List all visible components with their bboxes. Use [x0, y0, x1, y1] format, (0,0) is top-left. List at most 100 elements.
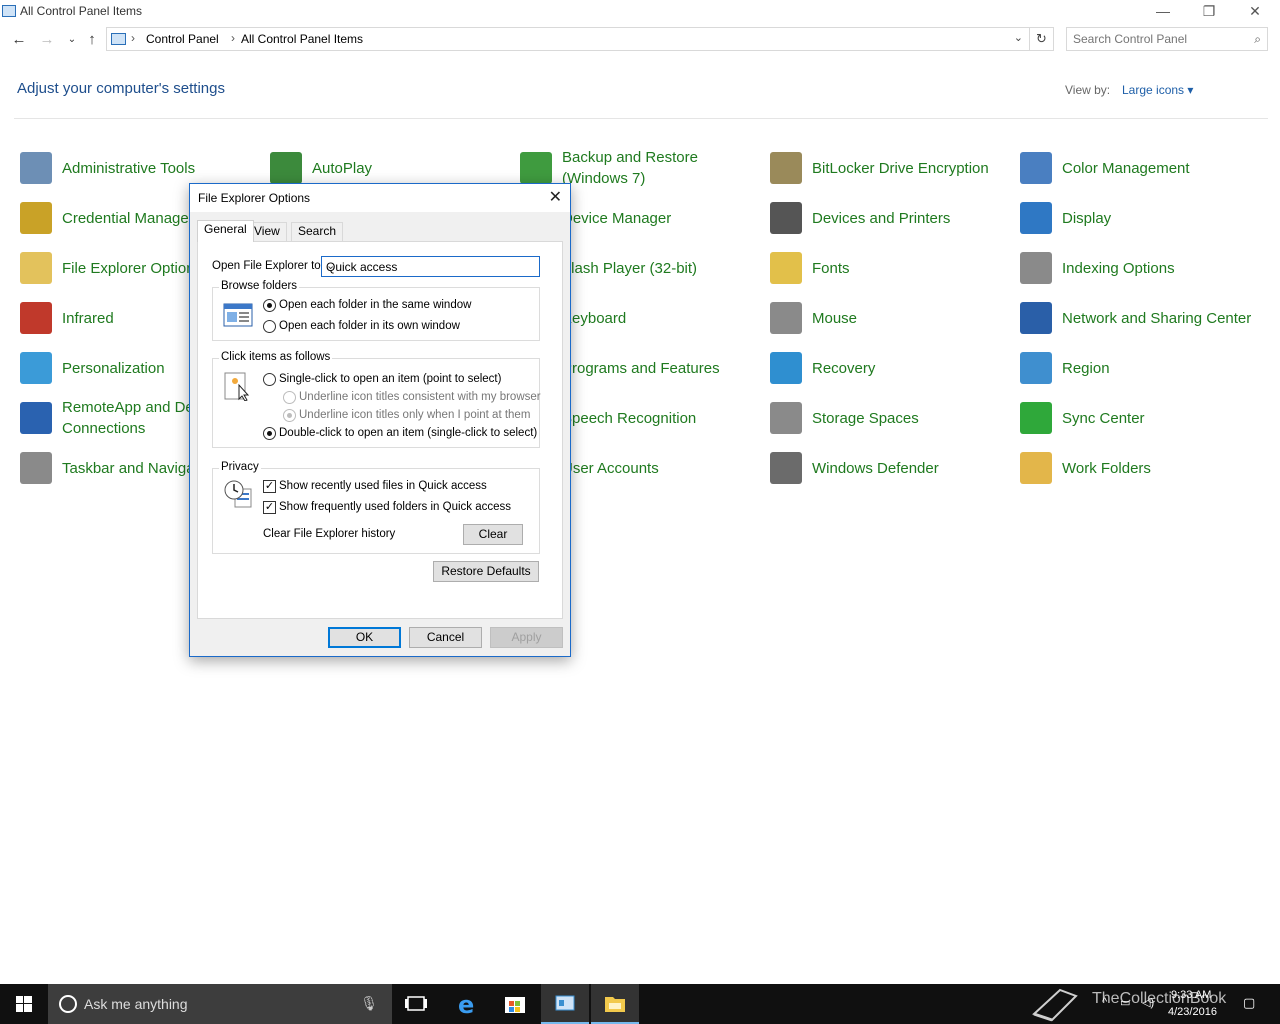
cp-item-label[interactable]: Sync Center: [1062, 398, 1262, 438]
search-icon[interactable]: ⌕: [1254, 32, 1261, 47]
cp-item-mouse[interactable]: Mouse: [770, 298, 1010, 338]
cp-item-bitlocker-drive-encryption[interactable]: BitLocker Drive Encryption: [770, 148, 1010, 188]
cp-item-backup-and-restore-windows-7[interactable]: Backup and Restore (Windows 7): [520, 148, 760, 188]
underline-point-radio[interactable]: [283, 409, 296, 422]
control-panel-taskbar-button[interactable]: [541, 984, 589, 1024]
ok-button[interactable]: OK: [328, 627, 401, 648]
cp-item-recovery[interactable]: Recovery: [770, 348, 1010, 388]
single-click-label[interactable]: Single-click to open an item (point to s…: [279, 373, 501, 385]
own-window-radio[interactable]: [263, 320, 276, 333]
cp-item-label[interactable]: Administrative Tools: [62, 148, 262, 188]
own-window-label[interactable]: Open each folder in its own window: [279, 320, 460, 332]
recent-files-label[interactable]: Show recently used files in Quick access: [279, 480, 487, 492]
underline-point-label[interactable]: Underline icon titles only when I point …: [299, 409, 530, 421]
cp-item-label[interactable]: User Accounts: [562, 448, 762, 488]
cancel-button[interactable]: Cancel: [409, 627, 482, 648]
cp-item-label[interactable]: Work Folders: [1062, 448, 1262, 488]
microphone-icon[interactable]: 🎙: [360, 995, 378, 1012]
file-explorer-taskbar-button[interactable]: [591, 984, 639, 1024]
cp-item-label[interactable]: Network and Sharing Center: [1062, 298, 1262, 338]
dialog-close-icon[interactable]: ✕: [549, 187, 562, 207]
search-box[interactable]: ⌕: [1066, 27, 1268, 51]
underline-browser-label[interactable]: Underline icon titles consistent with my…: [299, 391, 541, 403]
up-arrow-icon[interactable]: ↑: [82, 30, 102, 50]
administrative-tools-icon: [20, 152, 52, 184]
cp-item-label[interactable]: Storage Spaces: [812, 398, 1012, 438]
cp-item-label[interactable]: Display: [1062, 198, 1262, 238]
cp-item-label[interactable]: Indexing Options: [1062, 248, 1262, 288]
cp-item-label[interactable]: Mouse: [812, 298, 1012, 338]
cp-item-label[interactable]: Backup and Restore (Windows 7): [562, 148, 762, 188]
cp-item-label[interactable]: AutoPlay: [312, 148, 512, 188]
apply-button[interactable]: Apply: [490, 627, 563, 648]
close-button[interactable]: ✕: [1232, 0, 1278, 24]
action-center-icon[interactable]: ▢: [1243, 995, 1255, 1011]
address-bar[interactable]: › Control Panel › All Control Panel Item…: [106, 27, 1054, 51]
network-icon[interactable]: ▭: [1120, 996, 1130, 1009]
cp-item-network-and-sharing-center[interactable]: Network and Sharing Center: [1020, 298, 1260, 338]
breadcrumb-separator-icon[interactable]: ›: [231, 31, 235, 45]
restore-button[interactable]: ❐: [1186, 0, 1232, 24]
tab-general[interactable]: General: [197, 220, 254, 242]
cp-item-label[interactable]: Device Manager: [562, 198, 762, 238]
cortana-search-text[interactable]: Ask me anything: [84, 996, 188, 1012]
cp-item-label[interactable]: BitLocker Drive Encryption: [812, 148, 1012, 188]
cp-item-sync-center[interactable]: Sync Center: [1020, 398, 1260, 438]
cp-item-label[interactable]: Windows Defender: [812, 448, 1012, 488]
cp-item-label[interactable]: Color Management: [1062, 148, 1262, 188]
forward-arrow-icon[interactable]: →: [37, 30, 57, 50]
cp-item-storage-spaces[interactable]: Storage Spaces: [770, 398, 1010, 438]
cp-item-fonts[interactable]: Fonts: [770, 248, 1010, 288]
clear-history-button[interactable]: Clear: [463, 524, 523, 545]
single-click-radio[interactable]: [263, 373, 276, 386]
address-dropdown-icon[interactable]: ⌄: [1014, 31, 1023, 44]
cp-item-label[interactable]: Flash Player (32-bit): [562, 248, 762, 288]
double-click-radio[interactable]: [263, 427, 276, 440]
breadcrumb-all-items[interactable]: All Control Panel Items: [241, 32, 363, 46]
frequent-folders-checkbox[interactable]: ✓: [263, 501, 276, 514]
recent-files-checkbox[interactable]: ✓: [263, 480, 276, 493]
same-window-label[interactable]: Open each folder in the same window: [279, 299, 471, 311]
cp-item-indexing-options[interactable]: Indexing Options: [1020, 248, 1260, 288]
open-to-select[interactable]: Quick access ⌄: [321, 256, 540, 277]
edge-browser-button[interactable]: e: [442, 984, 490, 1024]
same-window-radio[interactable]: [263, 299, 276, 312]
restore-defaults-button[interactable]: Restore Defaults: [433, 561, 539, 582]
cortana-search[interactable]: Ask me anything 🎙: [48, 984, 392, 1024]
frequent-folders-label[interactable]: Show frequently used folders in Quick ac…: [279, 501, 511, 513]
cp-item-autoplay[interactable]: AutoPlay: [270, 148, 510, 188]
cp-item-work-folders[interactable]: Work Folders: [1020, 448, 1260, 488]
volume-icon[interactable]: ◁): [1142, 996, 1154, 1009]
cp-item-label[interactable]: Programs and Features: [562, 348, 762, 388]
back-arrow-icon[interactable]: ←: [9, 30, 29, 50]
double-click-label[interactable]: Double-click to open an item (single-cli…: [279, 427, 537, 439]
minimize-button[interactable]: —: [1140, 0, 1186, 24]
cp-item-label[interactable]: Speech Recognition: [562, 398, 762, 438]
refresh-icon[interactable]: ↻: [1029, 28, 1053, 50]
breadcrumb-separator-icon[interactable]: ›: [131, 31, 135, 45]
cp-item-label[interactable]: Region: [1062, 348, 1262, 388]
store-button[interactable]: [491, 984, 539, 1024]
task-view-button[interactable]: [392, 984, 440, 1024]
start-button[interactable]: [0, 984, 48, 1024]
cp-item-label[interactable]: Fonts: [812, 248, 1012, 288]
cp-item-region[interactable]: Region: [1020, 348, 1260, 388]
cp-item-devices-and-printers[interactable]: Devices and Printers: [770, 198, 1010, 238]
clock-time[interactable]: 9:33 AM: [1171, 989, 1211, 1001]
cp-item-label[interactable]: Keyboard: [562, 298, 762, 338]
view-by-dropdown[interactable]: Large icons ▾: [1122, 83, 1193, 97]
tab-search[interactable]: Search: [291, 222, 344, 241]
cp-item-color-management[interactable]: Color Management: [1020, 148, 1260, 188]
search-input[interactable]: [1073, 29, 1243, 49]
underline-browser-radio[interactable]: [283, 391, 296, 404]
recent-locations-chevron-icon[interactable]: ⌄: [62, 30, 82, 50]
clock-date[interactable]: 4/23/2016: [1168, 1006, 1217, 1018]
cp-item-administrative-tools[interactable]: Administrative Tools: [20, 148, 260, 188]
cp-item-label[interactable]: Devices and Printers: [812, 198, 1012, 238]
breadcrumb-control-panel[interactable]: Control Panel: [146, 32, 219, 46]
cp-item-display[interactable]: Display: [1020, 198, 1260, 238]
show-hidden-icons-icon[interactable]: ^: [1102, 996, 1107, 1008]
folder-window-icon: [223, 303, 253, 327]
cp-item-windows-defender[interactable]: Windows Defender: [770, 448, 1010, 488]
cp-item-label[interactable]: Recovery: [812, 348, 1012, 388]
